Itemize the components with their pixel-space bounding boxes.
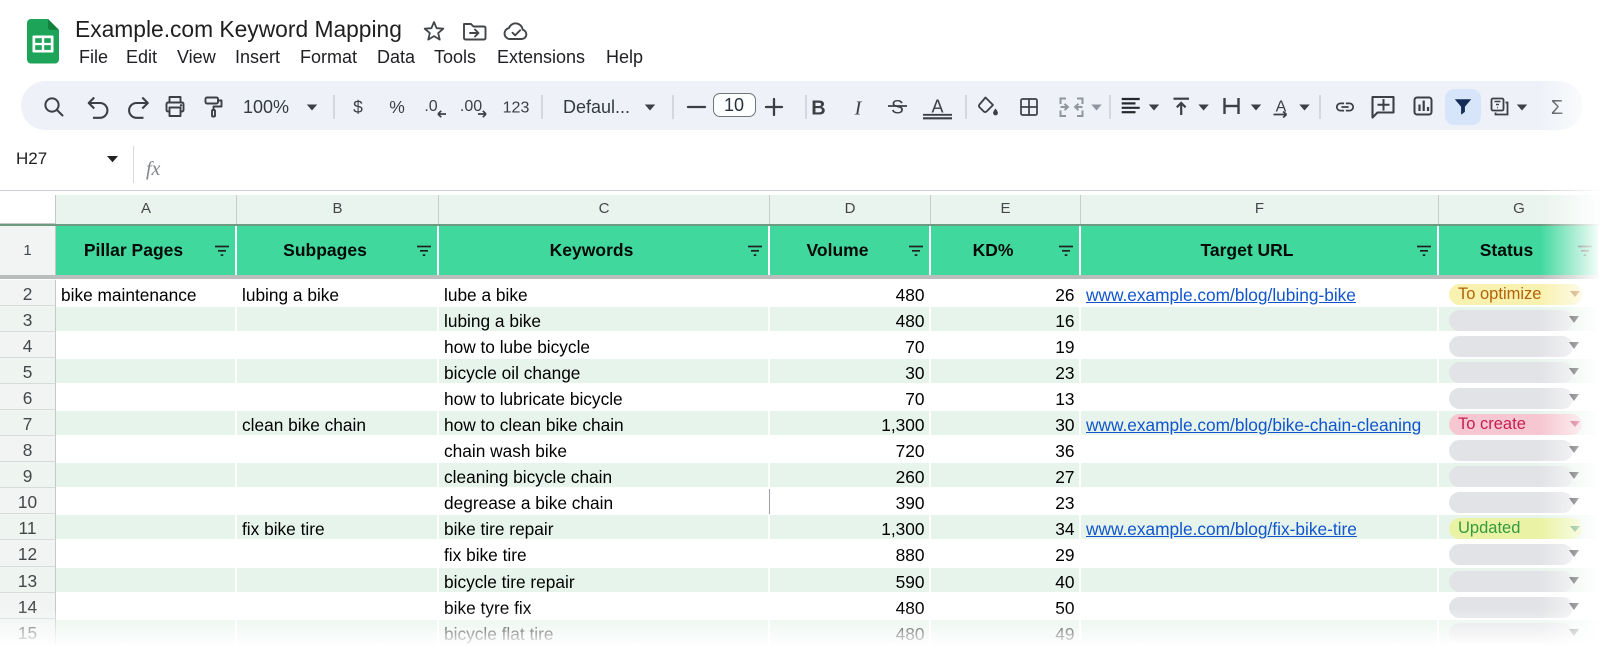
svg-text:I: I <box>854 98 863 120</box>
svg-text:%: % <box>389 97 405 117</box>
svg-text:.00: .00 <box>460 98 482 115</box>
svg-text:.0: .0 <box>424 98 437 115</box>
svg-text:A: A <box>931 97 943 117</box>
svg-text:B: B <box>811 98 825 120</box>
svg-text:123: 123 <box>503 100 530 117</box>
svg-text:$: $ <box>353 97 363 117</box>
svg-text:S: S <box>891 98 904 119</box>
